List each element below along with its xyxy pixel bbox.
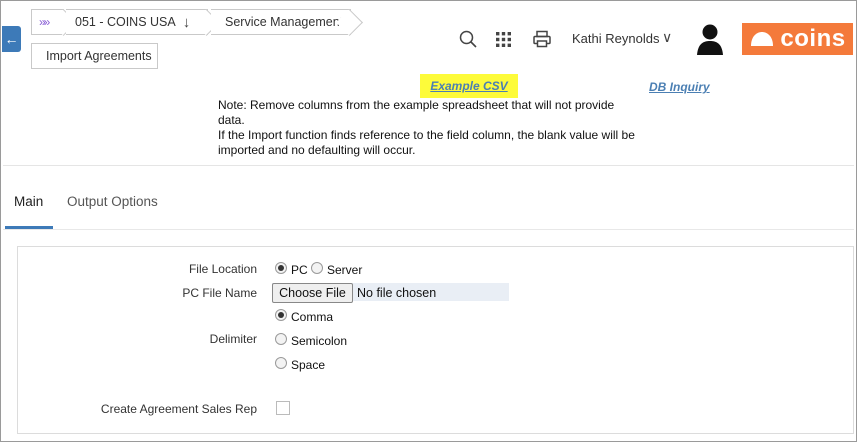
note-line-2: If the Import function finds reference t… [218, 128, 635, 157]
chevron-down-icon[interactable]: ∨ [662, 29, 672, 46]
file-status-text: No file chosen [357, 286, 437, 300]
choose-file-button[interactable]: Choose File [272, 283, 353, 303]
radio-semicolon-label[interactable]: Semicolon [291, 334, 347, 348]
breadcrumb-module[interactable]: Service Management [211, 9, 351, 35]
create-sales-rep-checkbox[interactable] [276, 401, 290, 415]
pc-file-name-label: PC File Name [182, 286, 257, 300]
coins-logo: coins [742, 23, 853, 55]
example-csv-highlight: Example CSV [420, 74, 518, 98]
db-inquiry-link[interactable]: DB Inquiry [649, 80, 710, 94]
radio-space[interactable] [275, 357, 287, 369]
breadcrumb-company[interactable]: 051 - COINS USA ↓ [66, 9, 208, 35]
radio-pc[interactable] [275, 262, 287, 274]
note-line-1: Note: Remove columns from the example sp… [218, 98, 615, 127]
logo-text: coins [780, 25, 846, 52]
radio-server-label[interactable]: Server [327, 263, 362, 277]
printer-icon[interactable] [531, 28, 553, 50]
chevrons-icon: »» [39, 15, 50, 29]
breadcrumb-company-label: 051 - COINS USA [75, 15, 176, 29]
example-csv-link[interactable]: Example CSV [430, 79, 507, 93]
delimiter-label: Delimiter [209, 332, 257, 346]
import-note: Note: Remove columns from the example sp… [218, 98, 638, 158]
create-sales-rep-label: Create Agreement Sales Rep [100, 402, 257, 416]
breadcrumb-home[interactable]: »» [31, 9, 64, 35]
radio-server[interactable] [311, 262, 323, 274]
radio-comma[interactable] [275, 309, 287, 321]
breadcrumb-module-label: Service Management [225, 15, 344, 29]
radio-pc-label[interactable]: PC [291, 263, 308, 277]
breadcrumb-page[interactable]: Import Agreements [31, 43, 158, 69]
avatar[interactable] [696, 23, 724, 55]
radio-space-label[interactable]: Space [291, 358, 325, 372]
back-arrow-icon[interactable]: ← [2, 26, 21, 52]
breadcrumb-page-label: Import Agreements [46, 49, 152, 63]
arrow-down-icon[interactable]: ↓ [183, 14, 191, 31]
apps-grid-icon[interactable] [494, 30, 512, 48]
user-name[interactable]: Kathi Reynolds [572, 31, 659, 46]
divider [3, 165, 854, 166]
file-location-label: File Location [188, 262, 257, 276]
radio-semicolon[interactable] [275, 333, 287, 345]
divider [3, 229, 854, 230]
radio-comma-label[interactable]: Comma [291, 310, 333, 324]
tab-output-options[interactable]: Output Options [67, 194, 158, 209]
tab-main[interactable]: Main [14, 194, 43, 209]
search-icon[interactable] [458, 29, 478, 49]
